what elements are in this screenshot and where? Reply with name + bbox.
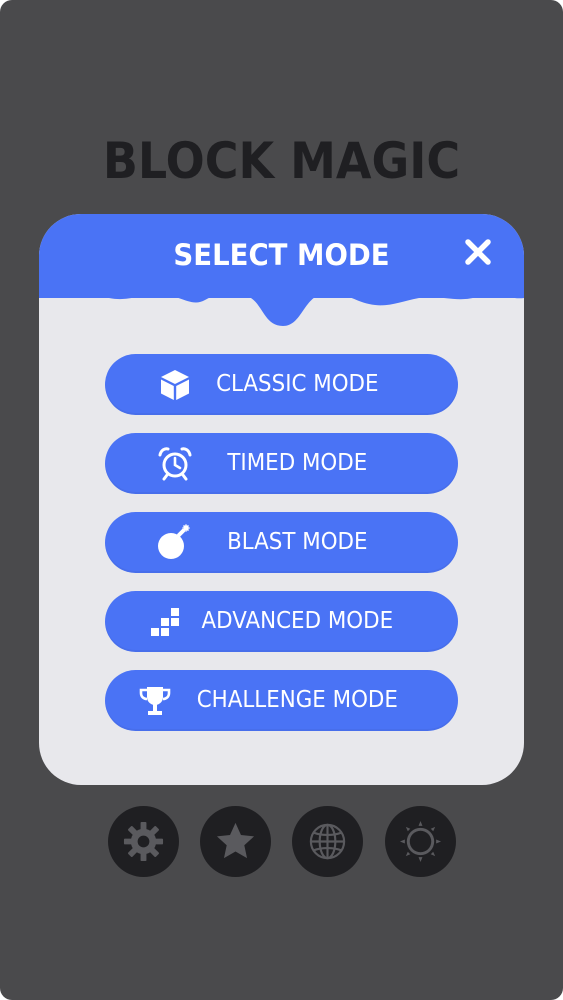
- mode-label: CHALLENGE MODE: [196, 687, 398, 713]
- sun-icon: [399, 820, 442, 863]
- advanced-mode-button[interactable]: ADVANCED MODE: [105, 591, 458, 652]
- challenge-mode-button[interactable]: CHALLENGE MODE: [105, 670, 458, 731]
- game-title: BLOCK MAGIC: [102, 132, 461, 190]
- bottom-toolbar: [0, 806, 563, 878]
- timed-mode-button[interactable]: TIMED MODE: [105, 433, 458, 494]
- mode-label: CLASSIC MODE: [216, 371, 379, 397]
- theme-button[interactable]: [385, 806, 456, 877]
- mode-label: TIMED MODE: [227, 450, 368, 476]
- mode-label: ADVANCED MODE: [201, 608, 394, 634]
- language-button[interactable]: [292, 806, 363, 877]
- mode-list: CLASSIC MODE TIMED MODE BLAST MODE ADVAN…: [105, 354, 458, 749]
- settings-button[interactable]: [108, 806, 179, 877]
- globe-icon: [309, 823, 346, 860]
- rate-button[interactable]: [200, 806, 271, 877]
- mode-label: BLAST MODE: [227, 529, 368, 555]
- star-icon: [216, 822, 255, 859]
- blast-mode-button[interactable]: BLAST MODE: [105, 512, 458, 573]
- drip-decoration: [39, 284, 524, 326]
- select-mode-dialog: SELECT MODE CLASSIC MODE TIMED MODE BLAS…: [39, 214, 524, 785]
- classic-mode-button[interactable]: CLASSIC MODE: [105, 354, 458, 415]
- dialog-title: SELECT MODE: [173, 238, 390, 272]
- gear-icon: [123, 821, 164, 862]
- close-icon[interactable]: [462, 236, 494, 268]
- game-screen: BLOCK MAGIC SELECT MODE CLASSIC MODE TIM…: [0, 0, 563, 1000]
